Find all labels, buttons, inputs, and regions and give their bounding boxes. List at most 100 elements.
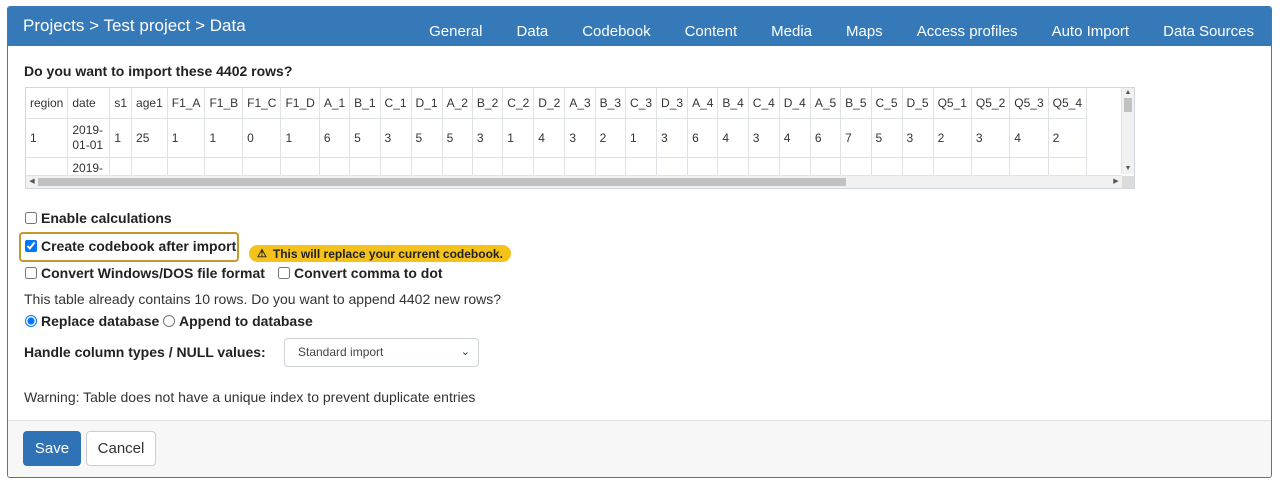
- table-cell: 4: [1009, 118, 1049, 158]
- column-header: A_5: [810, 88, 842, 119]
- table-cell: 4: [717, 118, 749, 158]
- create-codebook-label: Create codebook after import: [41, 238, 237, 254]
- tab-maps[interactable]: Maps: [829, 7, 900, 46]
- table-cell: 5: [871, 118, 903, 158]
- column-header: C_3: [625, 88, 658, 119]
- enable-calculations-option[interactable]: Enable calculations: [24, 210, 172, 226]
- convert-comma-label: Convert comma to dot: [294, 265, 443, 281]
- column-header: B_3: [595, 88, 627, 119]
- scrollbar-corner: [1122, 176, 1134, 188]
- column-header: Q5_1: [933, 88, 972, 119]
- tab-auto-import[interactable]: Auto Import: [1035, 7, 1147, 46]
- column-header: C_5: [871, 88, 903, 119]
- save-button[interactable]: Save: [23, 431, 81, 466]
- enable-calculations-label: Enable calculations: [41, 210, 172, 226]
- horizontal-scroll-thumb[interactable]: [38, 178, 846, 186]
- column-header: region: [26, 88, 69, 119]
- table-cell: 3: [902, 118, 934, 158]
- horizontal-scrollbar[interactable]: ◀ ▶: [26, 175, 1122, 188]
- scroll-left-icon[interactable]: ◀: [26, 176, 38, 188]
- handle-column-types-label: Handle column types / NULL values:: [24, 344, 266, 360]
- table-cell: 3: [971, 118, 1011, 158]
- warning-icon: ⚠: [257, 248, 267, 260]
- create-codebook-checkbox[interactable]: [25, 240, 37, 252]
- tab-general[interactable]: General: [412, 7, 499, 46]
- column-header: B_2: [472, 88, 504, 119]
- tab-media[interactable]: Media: [754, 7, 829, 46]
- convert-windows-label: Convert Windows/DOS file format: [41, 265, 265, 281]
- column-header: D_1: [411, 88, 443, 119]
- table-cell: 7: [840, 118, 872, 158]
- table-cell: 4: [533, 118, 566, 158]
- table-cell: 1: [204, 118, 244, 158]
- scroll-up-icon[interactable]: ▲: [1122, 88, 1134, 98]
- column-header: date: [67, 88, 111, 119]
- tab-content[interactable]: Content: [668, 7, 755, 46]
- column-header: A_1: [319, 88, 351, 119]
- append-database-label: Append to database: [179, 313, 313, 329]
- column-header: D_3: [656, 88, 689, 119]
- convert-comma-option[interactable]: Convert comma to dot: [277, 265, 443, 281]
- table-cell: 1: [109, 118, 133, 158]
- column-header: A_4: [687, 88, 719, 119]
- column-header: C_4: [748, 88, 780, 119]
- column-header: D_5: [902, 88, 934, 119]
- column-header: Q5_4: [1048, 88, 1088, 119]
- table-cell: 3: [748, 118, 780, 158]
- tab-data-sources[interactable]: Data Sources: [1146, 7, 1271, 46]
- column-header: age1: [131, 88, 168, 119]
- index-warning: Warning: Table does not have a unique in…: [24, 389, 476, 405]
- codebook-warning-text: This will replace your current codebook.: [272, 246, 503, 261]
- column-header: B_4: [717, 88, 749, 119]
- table-cell: 2: [933, 118, 972, 158]
- enable-calculations-checkbox[interactable]: [25, 212, 37, 224]
- replace-database-label: Replace database: [41, 313, 160, 329]
- table-cell: 3: [656, 118, 689, 158]
- column-header: A_2: [442, 88, 473, 119]
- table-cell: 1: [26, 118, 69, 158]
- convert-windows-checkbox[interactable]: [25, 267, 37, 279]
- column-header: C_1: [380, 88, 412, 119]
- table-cell: 5: [349, 118, 381, 158]
- cancel-button[interactable]: Cancel: [86, 431, 156, 466]
- table-cell: 25: [131, 118, 168, 158]
- vertical-scroll-thumb[interactable]: [1124, 98, 1132, 112]
- import-panel: Projects > Test project > Data General D…: [7, 6, 1272, 478]
- handle-column-types-select[interactable]: Standard import ⌄: [284, 338, 479, 367]
- breadcrumb[interactable]: Projects > Test project > Data: [23, 16, 246, 36]
- replace-database-option[interactable]: Replace database: [24, 313, 159, 329]
- table-cell: 2019-01-01: [67, 118, 111, 158]
- handle-column-types-value: Standard import: [298, 345, 384, 359]
- table-cell: 2: [595, 118, 627, 158]
- codebook-warning-badge: ⚠ This will replace your current codeboo…: [249, 245, 511, 262]
- scroll-right-icon[interactable]: ▶: [1110, 176, 1122, 188]
- import-question: Do you want to import these 4402 rows?: [24, 63, 293, 79]
- append-database-option[interactable]: Append to database: [162, 313, 313, 329]
- convert-comma-checkbox[interactable]: [278, 267, 290, 279]
- column-header: Q5_3: [1009, 88, 1049, 119]
- column-header: Q5_2: [971, 88, 1011, 119]
- column-header: C_2: [502, 88, 535, 119]
- table-cell: 5: [411, 118, 443, 158]
- column-header: F1_A: [167, 88, 206, 119]
- tab-data[interactable]: Data: [500, 7, 566, 46]
- table-cell: 3: [380, 118, 412, 158]
- column-header: D_4: [779, 88, 811, 119]
- panel-footer: Save Cancel: [8, 420, 1271, 477]
- append-database-radio[interactable]: [163, 315, 175, 327]
- tab-access-profiles[interactable]: Access profiles: [900, 7, 1035, 46]
- table-cell: 5: [442, 118, 473, 158]
- replace-database-radio[interactable]: [25, 315, 37, 327]
- table-header-row: region date s1 age1 F1_A F1_B F1_C F1_D A_1 B_1 C_…: [26, 88, 1088, 119]
- column-header: F1_D: [280, 88, 320, 119]
- vertical-scrollbar[interactable]: ▲ ▼: [1121, 88, 1134, 174]
- table-cell: 6: [319, 118, 351, 158]
- tab-codebook[interactable]: Codebook: [565, 7, 667, 46]
- convert-windows-option[interactable]: Convert Windows/DOS file format: [24, 265, 265, 281]
- table-row: 1 2019-01-01 1 25 1 1 0 1 6 5 3 5 5 3 1 4 3 2 1 3 6 4 3 4 6 7 5 3 2 3…: [26, 118, 1088, 158]
- column-header: s1: [109, 88, 133, 119]
- scroll-down-icon[interactable]: ▼: [1122, 164, 1134, 174]
- create-codebook-option[interactable]: Create codebook after import: [24, 238, 236, 254]
- panel-header: Projects > Test project > Data General D…: [8, 7, 1271, 46]
- column-header: B_1: [349, 88, 381, 119]
